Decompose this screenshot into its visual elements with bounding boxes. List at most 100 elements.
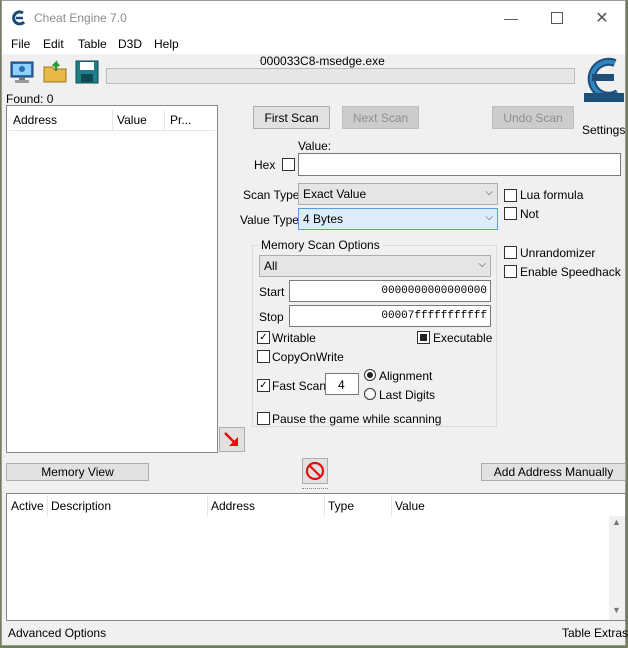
scroll-down-icon[interactable]: ▼: [612, 605, 621, 615]
scan-type-label: Scan Type: [243, 188, 300, 202]
fast-scan-label: Fast Scan: [272, 379, 327, 393]
close-button[interactable]: ✕: [579, 1, 625, 34]
select-process-button[interactable]: [8, 58, 36, 86]
clear-list-button[interactable]: [302, 458, 328, 484]
scan-type-select[interactable]: Exact Value ⌵: [298, 183, 498, 205]
column-address[interactable]: Address: [13, 110, 57, 130]
scan-type-value: Exact Value: [303, 187, 367, 201]
splitter-handle[interactable]: [302, 488, 328, 492]
copy-on-write-checkbox[interactable]: [257, 350, 270, 363]
cheat-engine-logo-icon: [584, 57, 624, 102]
memory-scan-options-title: Memory Scan Options: [258, 238, 383, 252]
hex-label: Hex: [254, 158, 276, 172]
column-divider: [324, 496, 325, 516]
memory-region-value: All: [264, 259, 278, 273]
last-digits-label: Last Digits: [379, 388, 436, 402]
value-type-label: Value Type: [240, 213, 299, 227]
settings-logo-button[interactable]: [582, 53, 626, 105]
minimize-button[interactable]: —: [488, 1, 534, 34]
memory-region-select[interactable]: All ⌵: [259, 255, 491, 277]
vertical-scrollbar[interactable]: ▲ ▼: [609, 516, 625, 620]
floppy-disk-icon: [75, 60, 99, 84]
found-address-list[interactable]: Address Value Pr...: [6, 105, 218, 453]
chevron-down-icon: ⌵: [485, 187, 493, 198]
last-digits-radio[interactable]: [364, 388, 376, 400]
stop-label: Stop: [259, 310, 284, 324]
unrandomizer-label: Unrandomizer: [520, 246, 596, 260]
alignment-label: Alignment: [379, 369, 433, 383]
check-icon: ✓: [259, 379, 268, 391]
minimize-icon: —: [504, 9, 518, 26]
save-button[interactable]: [73, 58, 101, 86]
red-arrow-icon: [224, 431, 238, 446]
not-label: Not: [520, 207, 539, 221]
column-divider: [112, 110, 113, 130]
column-divider: [391, 496, 392, 516]
chevron-down-icon: ⌵: [485, 212, 493, 223]
lua-formula-checkbox[interactable]: [504, 189, 517, 202]
cheat-engine-app-icon: [12, 10, 26, 26]
speedhack-label: Enable Speedhack: [520, 265, 621, 279]
cheat-table-list[interactable]: Active Description Address Type Value ▲ …: [6, 493, 626, 621]
column-value[interactable]: Value: [117, 110, 147, 130]
maximize-button[interactable]: [534, 1, 580, 34]
add-to-list-button[interactable]: [219, 427, 245, 452]
header-divider: [9, 130, 215, 131]
column-previous[interactable]: Pr...: [170, 110, 191, 130]
menu-help[interactable]: Help: [154, 37, 179, 51]
check-icon: ✓: [259, 331, 268, 343]
executable-checkbox[interactable]: [417, 331, 430, 344]
copy-on-write-label: CopyOnWrite: [272, 350, 344, 364]
column-description[interactable]: Description: [51, 496, 111, 516]
fast-scan-value-input[interactable]: 4: [325, 373, 359, 395]
hex-checkbox[interactable]: [282, 158, 295, 171]
process-name: 000033C8-msedge.exe: [260, 54, 385, 68]
open-folder-icon: [43, 59, 67, 83]
writable-label: Writable: [272, 331, 316, 345]
column-type[interactable]: Type: [328, 496, 354, 516]
computer-icon: [10, 61, 34, 83]
column-divider: [47, 496, 48, 516]
stop-address-input[interactable]: 00007fffffffffff: [289, 305, 491, 327]
stop-sign-icon: [305, 461, 325, 481]
menu-edit[interactable]: Edit: [43, 37, 64, 51]
writable-checkbox[interactable]: ✓: [257, 331, 270, 344]
table-extras-link[interactable]: Table Extras: [562, 626, 628, 640]
executable-label: Executable: [433, 331, 493, 345]
column-active[interactable]: Active: [11, 496, 44, 516]
maximize-icon: [551, 11, 563, 24]
alignment-radio[interactable]: [364, 369, 376, 381]
chevron-down-icon: ⌵: [478, 259, 486, 270]
settings-label[interactable]: Settings: [582, 123, 625, 137]
radio-selected-dot: [367, 372, 373, 378]
lua-formula-label: Lua formula: [520, 188, 584, 202]
value-type-value: 4 Bytes: [303, 212, 344, 226]
next-scan-button[interactable]: Next Scan: [342, 106, 419, 129]
value-label: Value:: [298, 139, 332, 153]
pause-game-label: Pause the game while scanning: [272, 412, 442, 426]
first-scan-button[interactable]: First Scan: [253, 106, 330, 129]
column-value[interactable]: Value: [395, 496, 425, 516]
memory-view-button[interactable]: Memory View: [6, 463, 149, 481]
menu-d3d[interactable]: D3D: [118, 37, 142, 51]
pause-game-checkbox[interactable]: [257, 412, 270, 425]
speedhack-checkbox[interactable]: [504, 265, 517, 278]
add-address-manually-button[interactable]: Add Address Manually: [481, 463, 626, 481]
value-type-select[interactable]: 4 Bytes ⌵: [298, 208, 498, 230]
scan-progress-bar: [106, 68, 575, 84]
unrandomizer-checkbox[interactable]: [504, 246, 517, 259]
undo-scan-button[interactable]: Undo Scan: [492, 106, 574, 129]
scroll-up-icon[interactable]: ▲: [612, 517, 621, 527]
value-input[interactable]: [298, 153, 621, 176]
fast-scan-checkbox[interactable]: ✓: [257, 379, 270, 392]
start-address-input[interactable]: 0000000000000000: [289, 280, 491, 302]
found-count: Found: 0: [6, 92, 54, 106]
not-checkbox[interactable]: [504, 207, 517, 220]
cheat-engine-window: Cheat Engine 7.0 — ✕ File Edit Table D3D…: [1, 0, 628, 646]
open-file-button[interactable]: [41, 58, 69, 86]
menu-table[interactable]: Table: [78, 37, 107, 51]
advanced-options-link[interactable]: Advanced Options: [8, 626, 106, 640]
menu-file[interactable]: File: [11, 37, 30, 51]
window-title: Cheat Engine 7.0: [34, 11, 127, 25]
column-address[interactable]: Address: [211, 496, 255, 516]
